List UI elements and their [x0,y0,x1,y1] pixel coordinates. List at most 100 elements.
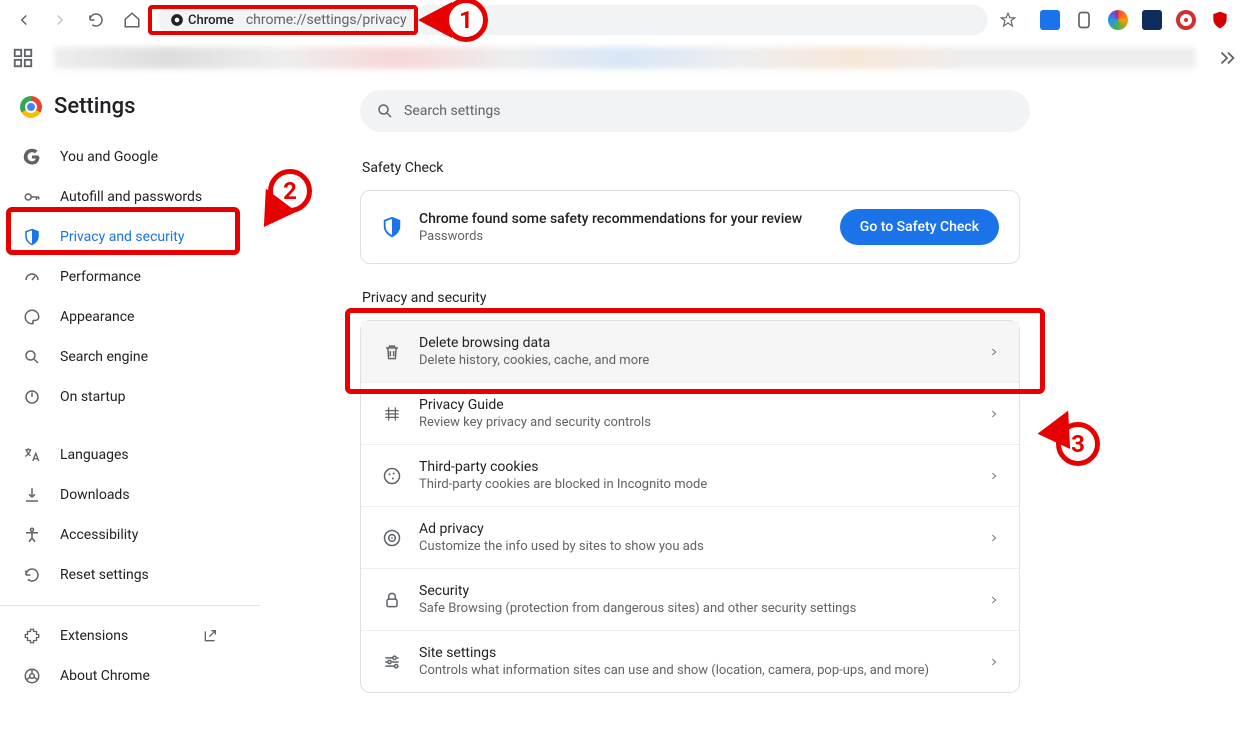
go-to-safety-check-button[interactable]: Go to Safety Check [840,209,999,245]
apps-grid-icon[interactable] [12,47,34,69]
url-text: chrome://settings/privacy [246,12,407,28]
settings-header: Settings [0,94,260,137]
row-subtitle: Review key privacy and security controls [419,415,973,430]
sidebar-item-downloads[interactable]: Downloads [0,475,240,515]
address-bar-fill[interactable] [413,5,988,35]
extension-icons [1028,10,1242,30]
key-icon [22,187,42,207]
row-security[interactable]: Security Safe Browsing (protection from … [361,568,1019,630]
guide-icon [381,403,403,425]
sidebar-item-appearance[interactable]: Appearance [0,297,240,337]
chevron-right-icon [989,533,999,543]
row-subtitle: Controls what information sites can use … [419,663,973,678]
row-title: Site settings [419,645,973,661]
extension-icon[interactable] [1040,10,1060,30]
home-button[interactable] [116,4,148,36]
sidebar-item-search-engine[interactable]: Search engine [0,337,240,377]
main-column: Search settings Safety Check Chrome foun… [260,76,1040,742]
reset-icon [22,565,42,585]
chevron-right-icon [989,471,999,481]
browser-toolbar: Chrome chrome://settings/privacy [0,0,1250,40]
url-chip: Chrome [170,13,234,28]
bookmark-star-button[interactable] [992,4,1024,36]
section-label-safety: Safety Check [362,160,1000,176]
sidebar-item-label: Autofill and passwords [60,189,202,205]
sidebar-item-about[interactable]: About Chrome [0,656,240,696]
sidebar-item-privacy-security[interactable]: Privacy and security [0,217,240,257]
shield-icon [22,227,42,247]
back-button[interactable] [8,4,40,36]
row-site-settings[interactable]: Site settings Controls what information … [361,630,1019,692]
extension-icon[interactable] [1108,10,1128,30]
open-external-icon [202,628,218,644]
row-third-party-cookies[interactable]: Third-party cookies Third-party cookies … [361,444,1019,506]
row-subtitle: Third-party cookies are blocked in Incog… [419,477,973,492]
row-delete-browsing-data[interactable]: Delete browsing data Delete history, coo… [361,321,1019,382]
search-icon [376,102,394,120]
sidebar-item-label: Extensions [60,628,128,644]
settings-search[interactable]: Search settings [360,90,1030,132]
sidebar-item-label: Privacy and security [60,229,184,245]
accessibility-icon [22,525,42,545]
sidebar-item-label: Downloads [60,487,130,503]
sidebar-item-on-startup[interactable]: On startup [0,377,240,417]
row-subtitle: Safe Browsing (protection from dangerous… [419,601,973,616]
trash-icon [381,341,403,363]
page-content: Settings You and Google Autofill and pas… [0,76,1250,742]
sidebar-item-reset[interactable]: Reset settings [0,555,240,595]
extension-icon[interactable] [1074,10,1094,30]
chevron-right-icon [989,657,999,667]
row-subtitle: Customize the info used by sites to show… [419,539,973,554]
google-g-icon [22,147,42,167]
speedometer-icon [22,267,42,287]
shield-icon [381,216,403,238]
reload-button[interactable] [80,4,112,36]
ad-icon [381,527,403,549]
cookie-icon [381,465,403,487]
chrome-logo-icon [20,96,42,118]
search-icon [22,347,42,367]
sidebar-item-you-and-google[interactable]: You and Google [0,137,240,177]
url-chip-label: Chrome [188,13,234,28]
sidebar-item-label: You and Google [60,149,158,165]
chevron-right-icon [989,595,999,605]
row-title: Ad privacy [419,521,973,537]
sidebar-item-label: About Chrome [60,668,150,684]
sidebar-item-performance[interactable]: Performance [0,257,240,297]
chevron-right-icon [989,347,999,357]
download-icon [22,485,42,505]
section-label-privacy: Privacy and security [362,290,1000,306]
overflow-icon[interactable] [1216,47,1238,69]
chrome-outline-icon [22,666,42,686]
sidebar-item-label: Search engine [60,349,148,365]
sidebar-separator [0,605,260,606]
sidebar-item-label: Accessibility [60,527,138,543]
translate-icon [22,445,42,465]
extension-icon[interactable] [1176,10,1196,30]
sidebar-item-autofill[interactable]: Autofill and passwords [0,177,240,217]
sidebar-item-languages[interactable]: Languages [0,435,240,475]
privacy-list-card: Delete browsing data Delete history, coo… [360,320,1020,693]
search-placeholder: Search settings [404,103,501,119]
forward-button[interactable] [44,4,76,36]
sidebar-item-label: Appearance [60,309,134,325]
extension-icon[interactable] [1210,10,1230,30]
extension-icon [22,626,42,646]
row-title: Third-party cookies [419,459,973,475]
sidebar-item-extensions[interactable]: Extensions [0,616,240,656]
extension-icon[interactable] [1142,10,1162,30]
safety-subtitle: Passwords [419,229,824,244]
sidebar-item-accessibility[interactable]: Accessibility [0,515,240,555]
row-ad-privacy[interactable]: Ad privacy Customize the info used by si… [361,506,1019,568]
row-title: Delete browsing data [419,335,973,351]
safety-check-card: Chrome found some safety recommendations… [360,190,1020,264]
safety-title: Chrome found some safety recommendations… [419,211,824,227]
row-privacy-guide[interactable]: Privacy Guide Review key privacy and sec… [361,382,1019,444]
row-subtitle: Delete history, cookies, cache, and more [419,353,973,368]
chevron-right-icon [989,409,999,419]
sidebar-item-label: Performance [60,269,141,285]
page-title: Settings [54,94,135,119]
address-bar[interactable]: Chrome chrome://settings/privacy [158,5,419,35]
blurred-bookmarks [54,47,1196,69]
sidebar-item-label: Languages [60,447,129,463]
